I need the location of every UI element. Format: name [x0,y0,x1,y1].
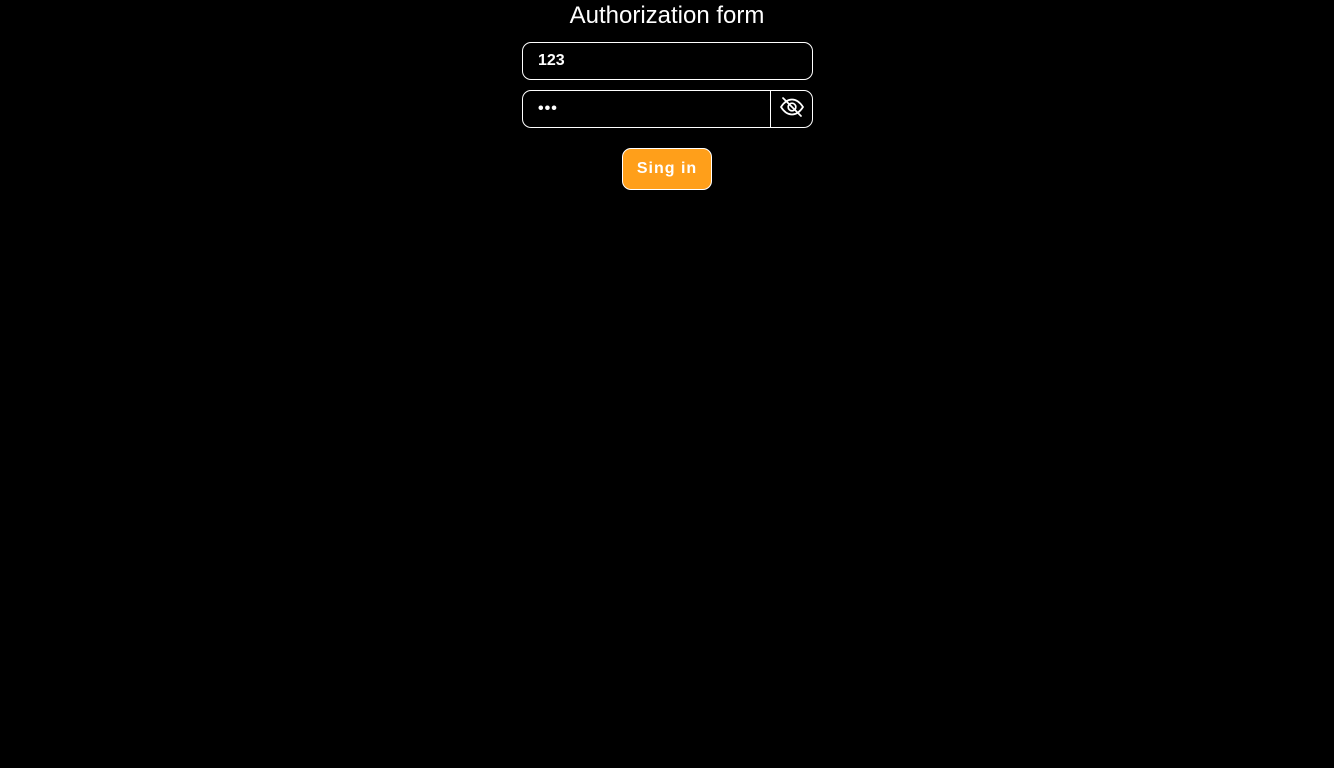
sign-in-button[interactable]: Sing in [622,148,712,190]
login-input[interactable] [522,42,813,80]
password-group: ••• [522,90,813,128]
eye-slash-icon [779,96,805,123]
form-title: Authorization form [569,2,765,29]
toggle-password-visibility-button[interactable] [770,91,812,127]
authorization-page: Authorization form ••• Sing in [0,0,1334,768]
password-input[interactable]: ••• [523,91,770,127]
